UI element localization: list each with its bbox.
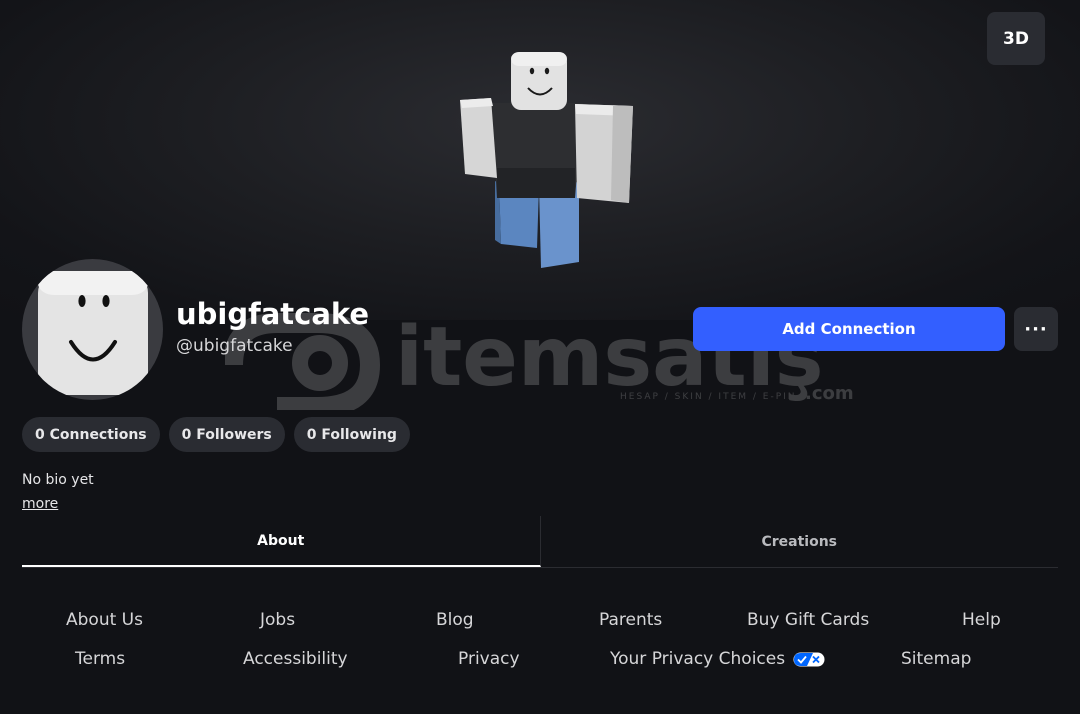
tab-about[interactable]: About: [22, 516, 541, 567]
avatar-headshot[interactable]: [22, 259, 163, 400]
avatar-3d-render[interactable]: [455, 48, 640, 273]
footer-link-help[interactable]: Help: [962, 610, 1001, 630]
username-handle: @ubigfatcake: [176, 336, 293, 356]
avatar-headshot-face-icon: [38, 271, 148, 395]
watermark-suffix: .com: [805, 383, 854, 404]
profile-tabs: About Creations: [22, 516, 1058, 568]
view-3d-toggle-button[interactable]: 3D: [987, 12, 1045, 65]
footer-link-parents[interactable]: Parents: [599, 610, 662, 630]
footer-link-terms[interactable]: Terms: [75, 649, 125, 669]
footer-link-sitemap[interactable]: Sitemap: [901, 649, 971, 669]
ellipsis-icon: ···: [1024, 318, 1048, 340]
bio-text: No bio yet: [22, 472, 94, 488]
footer-link-jobs[interactable]: Jobs: [260, 610, 295, 630]
footer-link-accessibility[interactable]: Accessibility: [243, 649, 348, 669]
watermark-tagline: HESAP / SKIN / ITEM / E-PIN: [620, 392, 797, 402]
profile-stats: 0 Connections 0 Followers 0 Following: [22, 417, 410, 452]
footer-link-your-privacy-choices-label: Your Privacy Choices: [610, 649, 786, 669]
following-count-button[interactable]: 0 Following: [293, 417, 410, 452]
display-name: ubigfatcake: [176, 297, 370, 331]
more-options-button[interactable]: ···: [1014, 307, 1058, 351]
followers-count-button[interactable]: 0 Followers: [168, 417, 285, 452]
footer-link-privacy[interactable]: Privacy: [458, 649, 520, 669]
footer-link-buy-gift-cards[interactable]: Buy Gift Cards: [747, 610, 869, 630]
privacy-choices-toggle-icon: [793, 652, 824, 666]
bio-more-link[interactable]: more: [22, 496, 58, 512]
add-connection-button[interactable]: Add Connection: [693, 307, 1005, 351]
connections-count-button[interactable]: 0 Connections: [22, 417, 160, 452]
footer-link-your-privacy-choices[interactable]: Your Privacy Choices: [610, 649, 825, 669]
footer-link-blog[interactable]: Blog: [436, 610, 474, 630]
footer-link-about-us[interactable]: About Us: [66, 610, 143, 630]
tab-creations[interactable]: Creations: [541, 516, 1059, 567]
